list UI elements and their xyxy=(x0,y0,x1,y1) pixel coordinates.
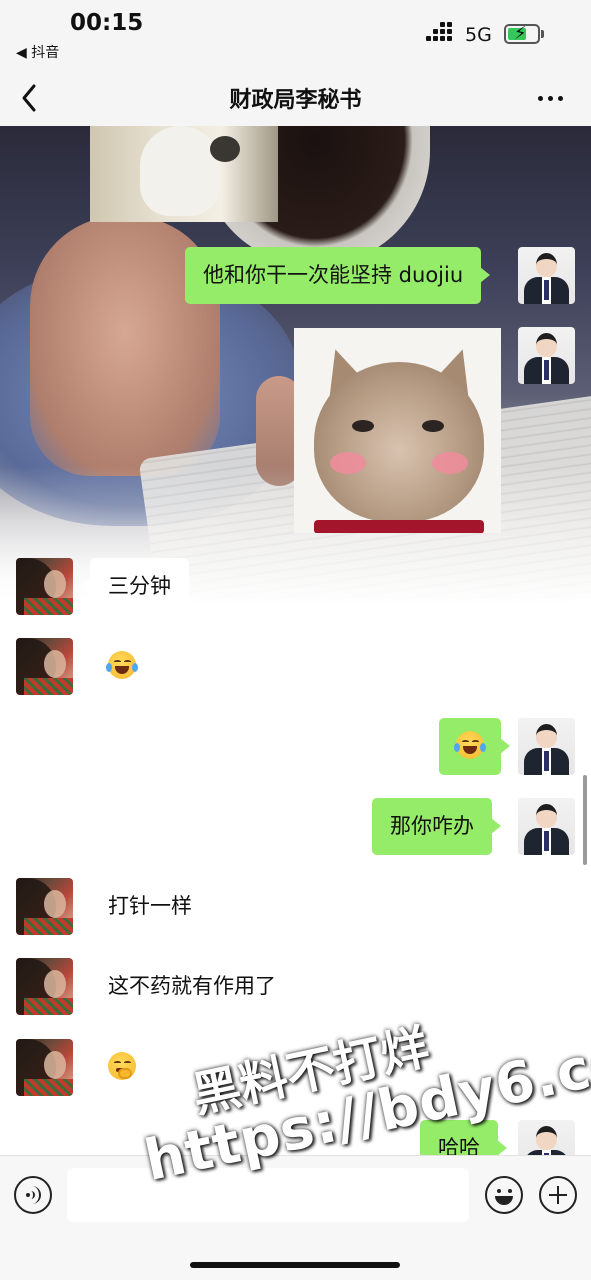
my-avatar[interactable] xyxy=(518,798,575,855)
message-bubble-theirs[interactable] xyxy=(81,1039,154,1096)
battery-cap xyxy=(541,30,544,38)
tears-of-joy-icon xyxy=(454,731,486,759)
chat-title: 财政局李秘书 xyxy=(229,88,362,113)
chat-nav-bar: 财政局李秘书 xyxy=(0,70,591,126)
status-time: 00:15 xyxy=(70,10,144,36)
message-bubble-theirs[interactable]: 打针一样 xyxy=(81,878,210,935)
message-bubble-theirs[interactable]: 三分钟 xyxy=(81,558,189,615)
contact-avatar[interactable] xyxy=(16,878,73,935)
message-bubble-mine[interactable]: 他和你干一次能坚持 duojiu xyxy=(185,247,491,304)
voice-icon[interactable] xyxy=(14,1176,52,1214)
message-input[interactable] xyxy=(67,1168,469,1222)
battery-icon: ⚡ xyxy=(504,23,540,44)
more-dots-icon[interactable] xyxy=(530,78,570,118)
scroll-indicator[interactable] xyxy=(583,775,587,865)
message-bubble-theirs[interactable]: 这不药就有作用了 xyxy=(81,958,294,1015)
tears-of-joy-icon xyxy=(106,651,138,679)
plus-icon[interactable] xyxy=(539,1176,577,1214)
my-avatar[interactable] xyxy=(518,718,575,775)
back-to-app-link[interactable]: ◀ 抖音 xyxy=(16,42,59,62)
contact-avatar[interactable] xyxy=(16,638,73,695)
network-type: 5G xyxy=(465,24,492,46)
sticker-image[interactable] xyxy=(90,126,278,222)
contact-avatar[interactable] xyxy=(16,958,73,1015)
message-bubble-mine[interactable]: 那你咋办 xyxy=(372,798,501,855)
signal-icon xyxy=(426,22,456,44)
message-bubble-mine[interactable] xyxy=(439,718,510,775)
watermark-text: 黑料不打烊 xyxy=(187,1019,434,1124)
message-bubble-theirs[interactable] xyxy=(81,638,154,695)
hand-over-mouth-emoji-icon xyxy=(108,1052,136,1080)
my-avatar[interactable] xyxy=(518,247,575,304)
status-bar: 00:15 ◀ 抖音 5G ⚡ xyxy=(0,0,591,70)
cat-sticker-image[interactable] xyxy=(294,328,501,533)
contact-avatar[interactable] xyxy=(16,558,73,615)
smiley-icon[interactable] xyxy=(485,1176,523,1214)
my-avatar[interactable] xyxy=(518,327,575,384)
home-indicator[interactable] xyxy=(190,1262,400,1268)
contact-avatar[interactable] xyxy=(16,1039,73,1096)
